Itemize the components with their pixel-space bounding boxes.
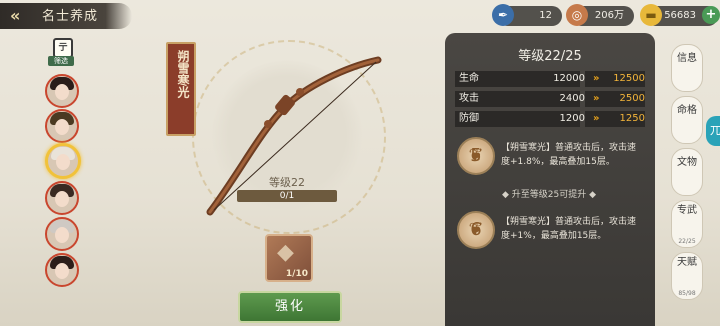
tab-progress: 85/98 [678, 290, 696, 297]
tab-exclusive-weapon[interactable]: 专武 22/25 [671, 200, 703, 248]
stat-next: 1250 [619, 113, 645, 124]
upgrade-button[interactable]: 强化 [238, 291, 342, 323]
stats-panel: 等级22/25 生命 12000 » 12500 攻击 2400 » 2500 … [445, 33, 655, 326]
side-drawer-handle[interactable]: 兀 [706, 116, 720, 146]
tab-info[interactable]: 信息 [671, 44, 703, 92]
add-gold-button[interactable]: + [702, 6, 720, 24]
back-button[interactable]: « 名士养成 [0, 3, 132, 29]
stat-next: 2500 [619, 93, 645, 104]
hero-avatar[interactable] [45, 253, 79, 287]
hero-avatar[interactable] [45, 109, 79, 143]
skill-description: 【朔雪寒光】普通攻击后，攻击速度+1%，最高叠加15层。 [501, 217, 637, 241]
skill-icon[interactable]: ❦ 5 [457, 137, 495, 175]
tab-progress: 22/25 [678, 238, 696, 245]
stat-row-hp: 生命 12000 » 12500 [455, 71, 645, 87]
skill-description: 【朔雪寒光】普通攻击后，攻击速度+1.8%，最高叠加15层。 [501, 143, 637, 167]
material-count: 1/10 [285, 269, 308, 279]
hero-avatar[interactable] [45, 74, 79, 108]
skill-level: 6 [470, 219, 482, 240]
stat-name: 生命 [459, 73, 479, 84]
panel-title: 等级22/25 [518, 49, 582, 64]
stat-arrow-icon: » [593, 93, 600, 104]
stat-current: 2400 [559, 93, 585, 104]
resource-coin-value: 206万 [594, 10, 624, 21]
copper-coin-icon: ◎ [566, 4, 588, 26]
stat-name: 防御 [459, 113, 479, 124]
tab-label: 专武 [677, 205, 697, 216]
tab-fate[interactable]: 命格 [671, 96, 703, 144]
tab-label: 命格 [677, 105, 697, 116]
tab-label: 文物 [677, 157, 697, 168]
skill-icon[interactable]: ❦ 6 [457, 211, 495, 249]
resource-coin[interactable]: ◎ 206万 [566, 4, 634, 26]
stat-arrow-icon: » [593, 73, 600, 84]
filter-button[interactable]: 亍 筛选 [48, 38, 74, 68]
tab-label: 信息 [677, 53, 697, 64]
back-arrow-icon: « [10, 6, 21, 25]
xp-progress-bar: 0/1 [237, 190, 337, 202]
upgrade-material-slot[interactable]: ◆ 1/10 [265, 234, 313, 282]
ink-brush-icon: ✒ [492, 4, 514, 26]
equipment-name: 朔雪寒光 [176, 50, 190, 98]
page-title: 名士养成 [42, 9, 99, 24]
top-bar: « 名士养成 ✒ 12 ◎ 206万 ▬ 56683 + [0, 0, 720, 32]
hero-avatar[interactable] [45, 181, 79, 215]
resource-ink-value: 12 [539, 10, 552, 21]
skill-level: 5 [470, 145, 482, 166]
filter-icon: 亍 [53, 38, 73, 58]
material-shard-icon: ◆ [277, 240, 294, 265]
stat-row-attack: 攻击 2400 » 2500 [455, 91, 645, 107]
stat-name: 攻击 [459, 93, 479, 104]
xp-progress-text: 0/1 [279, 191, 295, 201]
gold-ingot-icon: ▬ [640, 4, 662, 26]
stat-current: 1200 [559, 113, 585, 124]
equipment-level: 等级22 [269, 176, 305, 189]
filter-label: 筛选 [48, 56, 74, 66]
hero-avatar-selected[interactable] [45, 143, 81, 179]
tab-relic[interactable]: 文物 [671, 148, 703, 196]
stat-next: 12500 [613, 73, 645, 84]
hero-avatar[interactable] [45, 217, 79, 251]
upgrade-hint-separator: ◆ 升至等级25可提升 ◆ [501, 190, 597, 200]
tab-talent[interactable]: 天赋 85/98 [671, 252, 703, 300]
tab-label: 天赋 [677, 257, 697, 268]
stat-current: 12000 [553, 73, 585, 84]
resource-gold[interactable]: ▬ 56683 + [640, 4, 720, 26]
resource-gold-value: 56683 [664, 10, 696, 21]
stat-arrow-icon: » [593, 113, 600, 124]
equipment-name-plate: 朔雪寒光 [166, 42, 196, 136]
resource-ink[interactable]: ✒ 12 [492, 4, 562, 26]
stat-row-defense: 防御 1200 » 1250 [455, 111, 645, 127]
